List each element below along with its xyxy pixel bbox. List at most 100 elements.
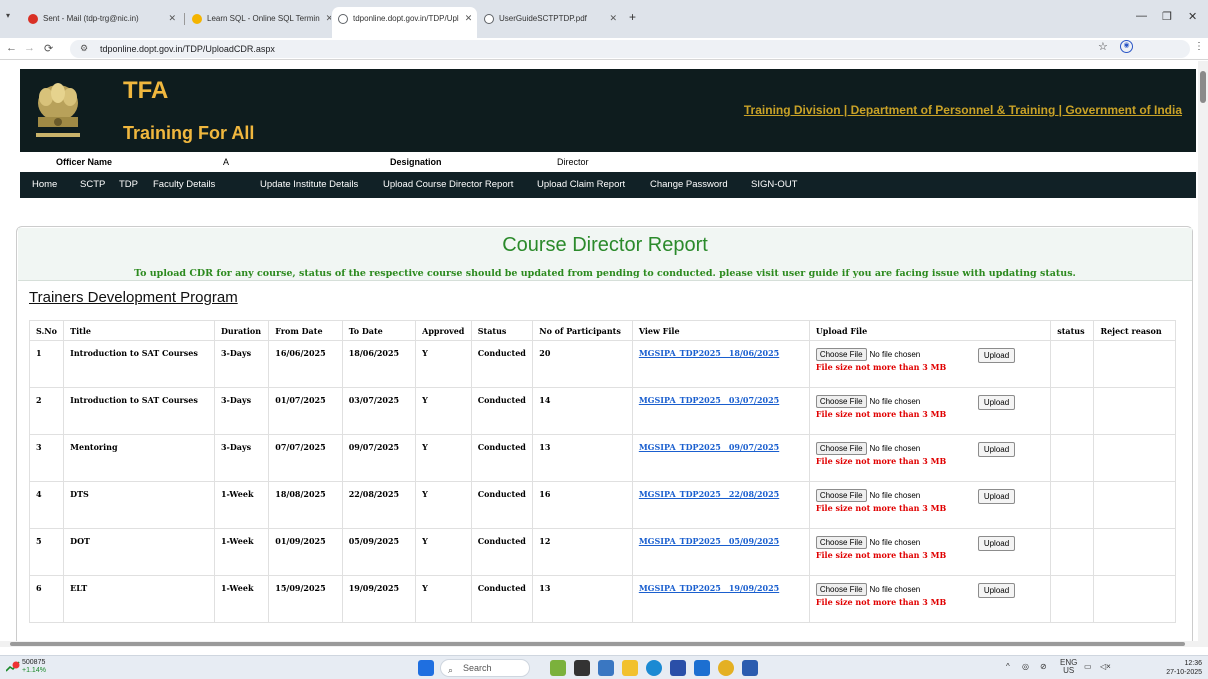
taskbar-search-box[interactable]: ⌕ Search [440, 659, 530, 677]
word-icon[interactable] [742, 660, 758, 676]
cell-title: DTS [63, 481, 215, 529]
windows-start-icon[interactable] [418, 660, 434, 676]
bookmark-star-icon[interactable]: ☆ [1098, 40, 1108, 53]
stock-name: 500875 [22, 659, 46, 666]
sql-icon [192, 13, 202, 24]
choose-file-button[interactable]: Choose File [815, 348, 867, 361]
main-navbar: Home SCTP TDP Faculty Details Update Ins… [20, 172, 1196, 198]
display-icon[interactable]: ▭ [1084, 662, 1092, 671]
view-file-link[interactable]: MGSIPA_TDP2025__03/07/2025 [639, 395, 779, 405]
nav-change-password[interactable]: Change Password [650, 179, 728, 190]
stock-widget-icon[interactable] [6, 661, 20, 673]
close-icon[interactable]: ✕ [603, 13, 617, 24]
browser-tab-sql[interactable]: Learn SQL - Online SQL Termin ✕ [186, 7, 331, 30]
nav-sctp[interactable]: SCTP [80, 179, 105, 190]
url-field[interactable]: ⚙ tdponline.dopt.gov.in/TDP/UploadCDR.as… [70, 40, 1190, 58]
cell-view-file: MGSIPA_TDP2025__09/07/2025 [631, 434, 810, 482]
view-file-link[interactable]: MGSIPA_TDP2025__22/08/2025 [639, 489, 779, 499]
choose-file-button[interactable]: Choose File [815, 442, 867, 455]
choose-file-button[interactable]: Choose File [815, 583, 867, 596]
col-view-file: View File [631, 320, 810, 341]
vertical-scroll-thumb[interactable] [1200, 71, 1206, 103]
tray-chevron-icon[interactable]: ^ [1006, 662, 1010, 671]
cell-status-2 [1050, 387, 1095, 435]
upload-button[interactable]: Upload [977, 395, 1016, 410]
vertical-scrollbar[interactable] [1198, 61, 1208, 647]
browser-tab-pdf[interactable]: UserGuideSCTPTDP.pdf ✕ [478, 7, 623, 30]
horizontal-scroll-thumb[interactable] [10, 642, 1185, 646]
nav-home[interactable]: Home [32, 179, 57, 190]
choose-file-button[interactable]: Choose File [815, 536, 867, 549]
profile-avatar-icon[interactable]: ◉ [1120, 40, 1133, 53]
choose-file-button[interactable]: Choose File [815, 489, 867, 502]
menu-kebab-icon[interactable]: ⋮ [1194, 41, 1204, 52]
table-row: 5 DOT 1-Week 01/09/2025 05/09/2025 Y Conducted… [28, 528, 1176, 576]
minimize-icon[interactable]: — [1136, 10, 1147, 22]
teams-icon[interactable] [598, 660, 614, 676]
nav-upload-claim-report[interactable]: Upload Claim Report [537, 179, 625, 190]
forward-arrow-icon[interactable]: → [24, 42, 35, 54]
file-explorer-icon[interactable] [622, 660, 638, 676]
site-title: TFA [123, 77, 169, 104]
new-tab-plus-icon[interactable]: + [629, 10, 636, 24]
nav-sign-out[interactable]: SIGN-OUT [751, 179, 797, 190]
widget-app-icon[interactable] [550, 660, 566, 676]
window-close-icon[interactable]: ✕ [1188, 10, 1197, 23]
nav-upload-course-director-report[interactable]: Upload Course Director Report [383, 179, 513, 190]
col-sno: S.No [28, 320, 65, 341]
upload-button[interactable]: Upload [977, 536, 1016, 551]
close-icon[interactable]: ✕ [459, 13, 473, 24]
reload-icon[interactable]: ⟳ [44, 42, 53, 55]
nav-update-institute-details[interactable]: Update Institute Details [260, 179, 358, 190]
tray-network-icon[interactable]: ⊘ [1040, 662, 1047, 671]
no-file-text: No file chosen [869, 538, 921, 547]
back-arrow-icon[interactable]: ← [6, 42, 17, 54]
language-indicator[interactable]: ENG US [1060, 659, 1077, 675]
volume-icon[interactable]: ◁× [1100, 662, 1111, 671]
browser-tab-active[interactable]: tdponline.dopt.gov.in/TDP/Upl ✕ [332, 7, 477, 38]
cell-status-2 [1050, 434, 1095, 482]
cell-approved: Y [415, 575, 472, 623]
tab-title: UserGuideSCTPTDP.pdf [499, 14, 587, 23]
cell-status: Conducted [470, 340, 534, 388]
outlook-icon[interactable] [694, 660, 710, 676]
store-icon[interactable] [670, 660, 686, 676]
edge-browser-icon[interactable] [646, 660, 662, 676]
cell-upload-file: Choose File No file chosen File size not m… [808, 575, 1052, 623]
search-icon: ⌕ [448, 665, 454, 675]
taskbar-clock[interactable]: 12:36 27-10-2025 [1166, 659, 1202, 677]
file-size-hint: File size not more than 3 MB [815, 550, 947, 560]
view-file-link[interactable]: MGSIPA_TDP2025__05/09/2025 [639, 536, 779, 546]
col-upload-file: Upload File [808, 320, 1052, 341]
tab-search-chevron-icon[interactable]: ▾ [6, 11, 10, 20]
task-view-icon[interactable] [574, 660, 590, 676]
nav-tdp[interactable]: TDP [119, 179, 138, 190]
cell-upload-file: Choose File No file chosen File size not m… [808, 434, 1052, 482]
globe-icon [484, 13, 494, 24]
upload-button[interactable]: Upload [977, 348, 1016, 363]
cell-to-date: 19/09/2025 [341, 575, 417, 623]
chrome-icon[interactable] [718, 660, 734, 676]
upload-button[interactable]: Upload [977, 489, 1016, 504]
close-icon[interactable]: ✕ [162, 13, 176, 24]
upload-button[interactable]: Upload [977, 583, 1016, 598]
restore-icon[interactable]: ❐ [1162, 10, 1172, 23]
division-link[interactable]: Training Division | Department of Person… [744, 103, 1182, 117]
nav-faculty-details[interactable]: Faculty Details [153, 179, 215, 190]
page-viewport: TFA Training For All Training Division |… [0, 61, 1198, 647]
tray-app-icon[interactable]: ◎ [1022, 662, 1029, 671]
cell-to-date: 05/09/2025 [341, 528, 417, 576]
no-file-text: No file chosen [869, 397, 921, 406]
view-file-link[interactable]: MGSIPA_TDP2025__18/06/2025 [639, 348, 779, 358]
view-file-link[interactable]: MGSIPA_TDP2025__19/09/2025 [639, 583, 779, 593]
horizontal-scrollbar[interactable] [0, 641, 1198, 647]
report-title: Course Director Report [502, 234, 708, 256]
close-icon[interactable]: ✕ [320, 13, 331, 24]
site-info-icon[interactable]: ⚙ [80, 43, 88, 54]
view-file-link[interactable]: MGSIPA_TDP2025__09/07/2025 [639, 442, 779, 452]
upload-button[interactable]: Upload [977, 442, 1016, 457]
choose-file-button[interactable]: Choose File [815, 395, 867, 408]
stock-widget[interactable]: 500875 +1.14% [22, 659, 46, 675]
browser-tab-mail[interactable]: Sent - Mail (tdp-trg@nic.in) ✕ [22, 7, 182, 30]
cell-participants: 16 [532, 481, 633, 529]
